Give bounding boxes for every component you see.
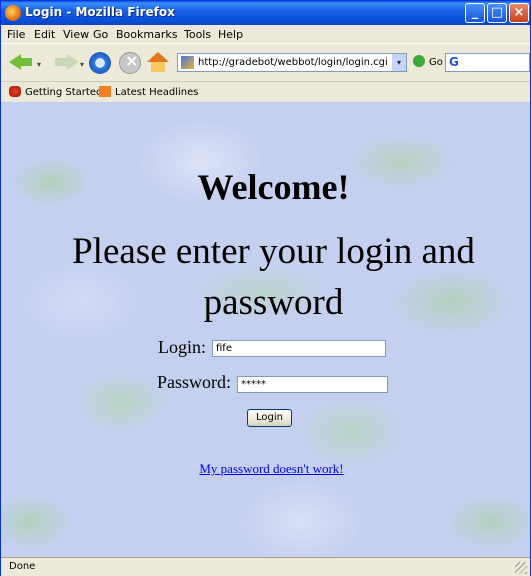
bookmarks-toolbar: Getting Started Latest Headlines [1, 81, 530, 103]
back-dropdown-icon[interactable]: ▾ [37, 60, 41, 69]
menu-edit[interactable]: Edit [34, 28, 55, 41]
back-arrow-icon[interactable] [9, 52, 33, 72]
reload-icon[interactable] [89, 52, 111, 74]
title-bar[interactable]: Login - Mozilla Firefox _ □ × [1, 1, 530, 25]
site-favicon-icon [181, 56, 194, 69]
menu-tools[interactable]: Tools [184, 28, 211, 41]
minimize-button[interactable]: _ [465, 3, 485, 23]
go-label: Go [429, 57, 443, 68]
page-content: Welcome! Please enter your login and pas… [1, 102, 530, 557]
stop-icon[interactable] [119, 51, 141, 74]
firefox-bookmark-icon [9, 86, 21, 97]
password-label: Password: [157, 372, 232, 392]
bookmark-latest-headlines[interactable]: Latest Headlines [99, 86, 199, 98]
status-text: Done [9, 561, 36, 572]
url-text[interactable]: http://gradebot/webbot/login/login.cgi [198, 57, 388, 68]
login-label: Login: [158, 337, 206, 357]
password-field[interactable]: ***** [237, 376, 388, 393]
bookmark-label: Latest Headlines [115, 87, 199, 98]
bookmark-getting-started[interactable]: Getting Started [9, 86, 102, 98]
home-icon[interactable] [147, 52, 169, 72]
firefox-icon [5, 5, 21, 21]
rss-feed-icon [99, 86, 111, 97]
search-input[interactable]: G [445, 53, 530, 72]
menu-bookmarks[interactable]: Bookmarks [116, 28, 177, 41]
url-history-dropdown-icon[interactable]: ▾ [392, 54, 406, 71]
browser-window: Login - Mozilla Firefox _ □ × File Edit … [0, 0, 531, 576]
go-arrow-icon [413, 55, 425, 67]
status-bar: Done [1, 557, 530, 576]
go-button[interactable]: Go [413, 55, 443, 68]
welcome-heading: Welcome! [197, 167, 350, 207]
menu-file[interactable]: File [7, 28, 25, 41]
login-prompt: Please enter your login and password [72, 231, 475, 323]
menu-bar: File Edit View Go Bookmarks Tools Help [1, 25, 530, 65]
bookmark-label: Getting Started [25, 87, 103, 98]
forward-arrow-icon[interactable] [55, 52, 79, 72]
navigation-toolbar: ▾ ▾ http://gradebot/webbot/login/login.c… [1, 43, 530, 82]
google-search-icon[interactable]: G [449, 55, 459, 69]
forward-dropdown-icon[interactable]: ▾ [80, 60, 84, 69]
menu-go[interactable]: Go [93, 28, 108, 41]
login-button[interactable]: Login [247, 409, 292, 427]
menu-help[interactable]: Help [218, 28, 243, 41]
maximize-button[interactable]: □ [487, 3, 507, 23]
window-title: Login - Mozilla Firefox [25, 5, 175, 19]
close-button[interactable]: × [509, 3, 529, 23]
menu-view[interactable]: View [63, 28, 89, 41]
login-field[interactable]: fife [212, 340, 386, 357]
url-bar[interactable]: http://gradebot/webbot/login/login.cgi [177, 53, 407, 72]
password-help-link[interactable]: My password doesn't work! [1, 461, 530, 477]
resize-grip-icon[interactable] [515, 562, 527, 574]
